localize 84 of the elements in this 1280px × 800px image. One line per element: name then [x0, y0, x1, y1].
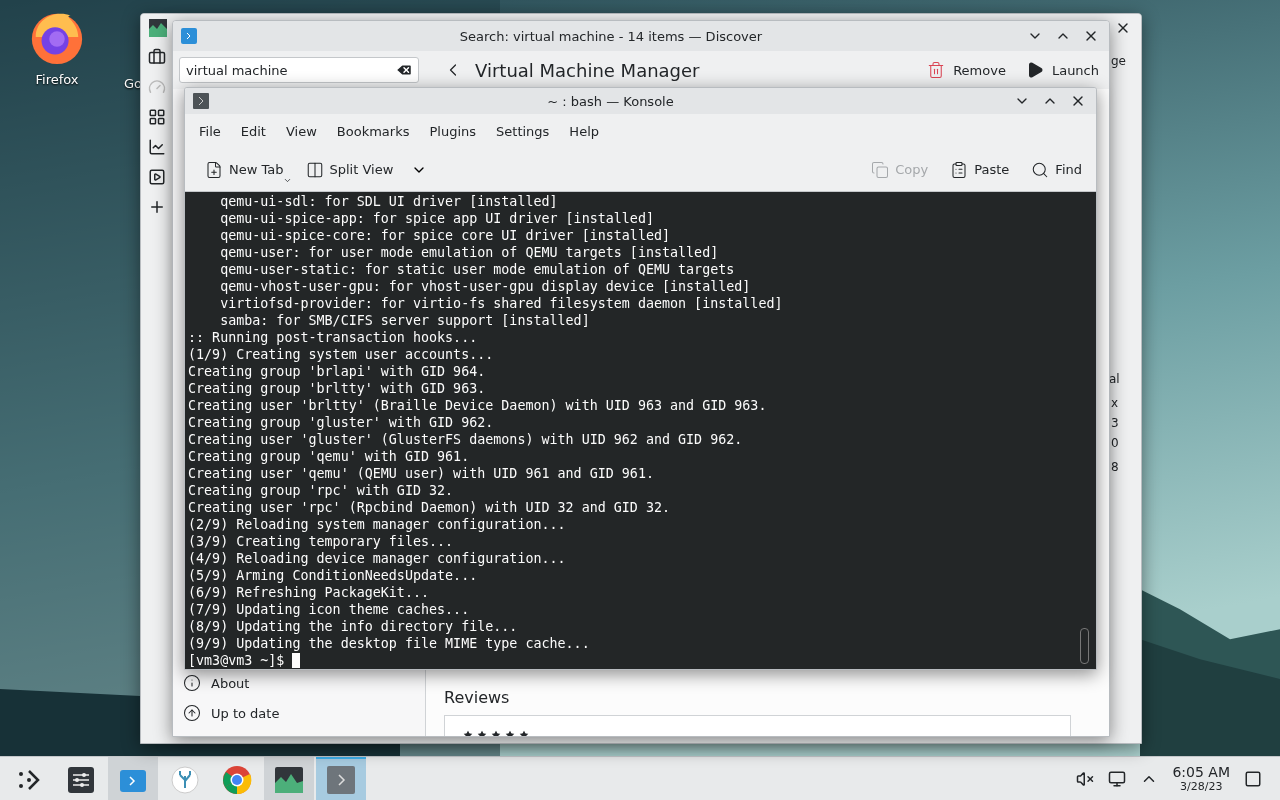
terminal-line: :: Running post-transaction hooks...	[188, 329, 479, 346]
terminal-line: Creating user 'gluster' (GlusterFS daemons) with UID 962 and GID 962.	[188, 431, 744, 448]
launcher-icon	[17, 767, 41, 792]
clock[interactable]: 6:05 AM 3/28/23	[1172, 764, 1230, 793]
terminal-line: qemu-ui-spice-core: for spice core UI driver [installed]	[219, 227, 672, 244]
launch-button[interactable]: Launch	[1021, 61, 1103, 79]
terminal-line: qemu-user-static: for static user mode emulation of QEMU targets	[219, 261, 736, 278]
menu-item[interactable]: Settings	[486, 123, 560, 139]
arrow-up-icon	[183, 704, 201, 722]
terminal-line: (6/9) Refreshing PackageKit...	[188, 584, 430, 601]
terminal-line: Creating group 'brltty' with GID 963.	[188, 380, 487, 397]
show-desktop-icon[interactable]	[1244, 769, 1262, 788]
terminal-line: qemu-user: for user mode emulation of QEMU targets [installed]	[219, 244, 720, 261]
trash-icon	[927, 61, 946, 79]
scrollbar-thumb[interactable]	[1080, 628, 1089, 664]
terminal[interactable]	[185, 192, 1096, 669]
graph-icon	[149, 19, 167, 37]
grid-icon[interactable]	[148, 108, 166, 126]
terminal-line: qemu-vhost-user-gpu: for vhost-user-gpu display device [installed]	[219, 278, 752, 295]
terminal-icon	[327, 765, 355, 794]
copy-icon	[871, 160, 890, 179]
terminal-line: (2/9) Reloading system manager configuration...	[188, 516, 567, 533]
terminal-line: (1/9) Creating system user accounts...	[188, 346, 495, 363]
shell-prompt: [vm3@vm3 ~]$	[188, 653, 285, 668]
text-fragment: ge	[1111, 54, 1126, 68]
window-title: Search: virtual machine - 14 items — Discover	[458, 28, 764, 44]
graph-icon	[275, 766, 303, 793]
split-button[interactable]: Split View	[301, 160, 398, 179]
menu-item[interactable]: Help	[559, 123, 609, 139]
desktop-icon-label: Go	[124, 76, 143, 91]
terminal-line: Creating group 'rpc' with GID 32.	[188, 482, 455, 499]
browser-icon	[222, 764, 252, 795]
text-fragment: al	[1109, 372, 1120, 386]
terminal-line: qemu-ui-sdl: for SDL UI driver [installed]	[219, 193, 559, 210]
text-fragment: 0	[1111, 436, 1119, 450]
terminal-line: (3/9) Creating temporary files...	[188, 533, 455, 550]
terminal-line: virtiofsd-provider: for virtio-fs shared filesystem daemon [installed]	[219, 295, 784, 312]
split-view-icon	[305, 160, 324, 179]
network-icon[interactable]	[1108, 769, 1127, 788]
menu-item[interactable]: Plugins	[419, 123, 487, 139]
taskbar-button[interactable]	[264, 757, 314, 800]
remove-button[interactable]: Remove	[923, 61, 1010, 79]
terminal-line: samba: for SMB/CIFS server support [installed]	[219, 312, 591, 329]
search-field[interactable]: virtual machine	[179, 57, 419, 83]
text-fragment: 3	[1111, 416, 1119, 430]
text-fragment: 8	[1111, 460, 1119, 474]
new-tab-icon	[205, 160, 223, 179]
sidebar-item[interactable]: Up to date	[173, 698, 425, 728]
find-button[interactable]: Find	[1027, 160, 1086, 179]
sidebar-item[interactable]: About	[173, 668, 425, 698]
terminal-line: Creating group 'qemu' with GID 961.	[188, 448, 471, 465]
desktop-icon-label: Firefox	[35, 72, 79, 87]
text-fragment: x	[1111, 396, 1119, 410]
terminal-line: (5/9) Arming ConditionNeedsUpdate...	[188, 567, 479, 584]
menu-item[interactable]: Bookmarks	[326, 123, 420, 139]
text-cursor	[292, 653, 301, 668]
play-icon[interactable]	[148, 168, 166, 186]
info-icon	[183, 674, 201, 692]
newtab-button[interactable]: New Tab	[201, 160, 288, 179]
paste-button[interactable]: Paste	[946, 160, 1014, 179]
chart-icon[interactable]	[148, 138, 166, 156]
page-title: Virtual Machine Manager	[475, 59, 701, 81]
menu-item[interactable]: File	[189, 123, 231, 139]
terminal-line: Creating user 'rpc' (Rpcbind Daemon) with UID 32 and GID 32.	[188, 499, 672, 516]
menu-item[interactable]: View	[275, 123, 327, 139]
terminal-line: (4/9) Reloading device manager configuration...	[188, 550, 567, 567]
menu-item[interactable]: Edit	[230, 123, 276, 139]
sliders-icon	[68, 766, 94, 793]
terminal-line: Creating user 'qemu' (QEMU user) with UID 961 and GID 961.	[188, 465, 655, 482]
terminal-line: (8/9) Updating the info directory file...	[188, 618, 519, 635]
window-title: ~ : bash — Konsole	[546, 93, 675, 109]
terminal-line: (9/9) Updating the desktop file MIME type cache...	[188, 635, 591, 652]
terminal-line: Creating group 'brlapi' with GID 964.	[188, 363, 487, 380]
clipboard-icon	[950, 160, 969, 179]
terminal-icon	[193, 93, 209, 109]
terminal-line: (7/9) Updating icon theme caches...	[188, 601, 471, 618]
terminal-line: Creating user 'brltty' (Braille Device Daemon) with UID 963 and GID 963.	[188, 397, 768, 414]
mute-icon[interactable]	[1076, 769, 1095, 788]
search-icon	[1031, 160, 1050, 179]
terminal-line: qemu-ui-spice-app: for spice app UI driver [installed]	[219, 210, 655, 227]
briefcase-icon[interactable]	[148, 48, 166, 66]
add-icon[interactable]	[148, 198, 166, 216]
section-heading: Reviews	[444, 688, 511, 707]
terminal-line: Creating group 'gluster' with GID 962.	[188, 414, 495, 431]
